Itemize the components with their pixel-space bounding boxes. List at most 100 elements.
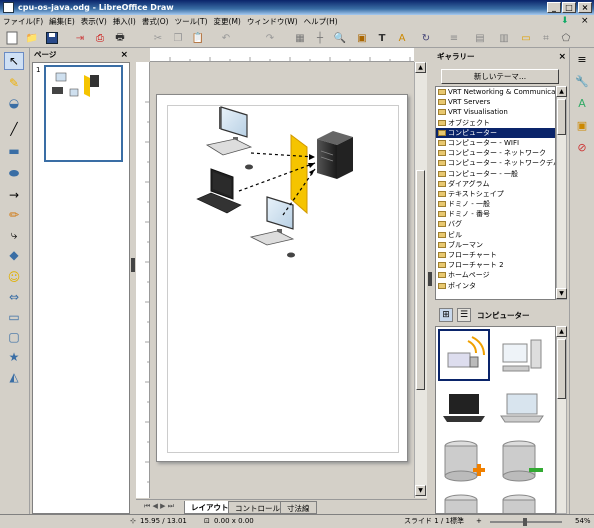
scroll-thumb[interactable] (557, 99, 566, 135)
gallery-icon[interactable]: ▣ (575, 118, 589, 132)
gallery-item-laptop-black[interactable] (438, 383, 490, 435)
zoom-level[interactable]: 54% (575, 515, 591, 528)
maximize-button[interactable]: □ (562, 2, 576, 13)
save-icon[interactable] (44, 30, 60, 46)
theme-item[interactable]: VRT Visualisation (436, 107, 555, 117)
theme-item[interactable]: ホームページ (436, 270, 555, 280)
gallery-item-database-remove[interactable] (496, 437, 548, 489)
image-icon[interactable]: ▣ (354, 30, 370, 46)
theme-item[interactable]: ブルーマン (436, 240, 555, 250)
horizontal-ruler[interactable] (150, 48, 414, 62)
page-thumbnail[interactable] (44, 65, 123, 162)
crop-icon[interactable]: ⌗ (538, 30, 554, 46)
close-button[interactable]: × (578, 2, 592, 13)
splitter-grip[interactable] (131, 258, 135, 272)
tab-dimension-lines[interactable]: 寸法線 (280, 501, 317, 514)
navigator-icon[interactable]: ⊘ (575, 140, 589, 154)
theme-item[interactable]: ポインタ (436, 281, 555, 291)
theme-item[interactable]: ビル (436, 230, 555, 240)
theme-item[interactable]: フローチャート (436, 250, 555, 260)
cut-icon[interactable]: ✂ (150, 30, 166, 46)
distribute-icon[interactable]: ▥ (496, 30, 512, 46)
shadow-icon[interactable]: ▭ (518, 30, 534, 46)
theme-item-selected[interactable]: コンピューター (436, 127, 555, 138)
rotate-icon[interactable]: ↻ (418, 30, 434, 46)
menu-window[interactable]: ウィンドウ(W) (244, 15, 301, 28)
connector-icon[interactable]: ⤷ (4, 226, 24, 244)
properties-icon[interactable]: 🔧 (575, 74, 589, 88)
theme-list[interactable]: VRT Networking & Communications VRT Serv… (435, 86, 556, 300)
theme-item[interactable]: フローチャート 2 (436, 260, 555, 270)
drawing-canvas[interactable] (150, 62, 414, 498)
close-document-icon[interactable]: × (578, 15, 592, 28)
theme-item[interactable]: ダイアグラム (436, 179, 555, 189)
text-box-icon[interactable]: T (374, 30, 390, 46)
undo-icon[interactable]: ↶ (218, 30, 234, 46)
basic-shapes-icon[interactable]: ◆ (4, 246, 24, 264)
gallery-panel-close-icon[interactable]: × (558, 48, 566, 66)
gallery-item-database-2[interactable] (496, 491, 548, 513)
laptop-computer[interactable] (196, 168, 242, 214)
scroll-up-icon[interactable]: ▲ (556, 326, 567, 337)
update-icon[interactable]: ⬇ (558, 15, 572, 28)
arrange-icon[interactable]: ▤ (472, 30, 488, 46)
fontwork-icon[interactable]: A (394, 30, 410, 46)
menu-help[interactable]: ヘルプ(H) (301, 15, 341, 28)
menu-format[interactable]: 書式(O) (139, 15, 172, 28)
arrow-line-icon[interactable]: → (4, 186, 24, 204)
gallery-item-desktop[interactable] (496, 329, 548, 381)
fill-color-icon[interactable]: ◒ (4, 94, 24, 112)
zoom-slider-handle[interactable] (523, 518, 527, 526)
print-icon[interactable]: 🖶 (112, 30, 128, 46)
menu-edit[interactable]: 編集(E) (46, 15, 78, 28)
grid-icon[interactable]: ▦ (292, 30, 308, 46)
zoom-in-icon[interactable]: + (476, 515, 482, 528)
theme-item[interactable]: コンピューター - WIFI (436, 138, 555, 148)
drawing-page[interactable] (156, 94, 408, 462)
theme-item[interactable]: テキストシェイプ (436, 189, 555, 199)
theme-item[interactable]: オブジェクト (436, 118, 555, 128)
theme-item[interactable]: コンピューター - ネットワークデバイス (436, 158, 555, 168)
gallery-item-database[interactable] (438, 491, 490, 513)
scroll-up-icon[interactable]: ▲ (415, 62, 426, 73)
new-document-icon[interactable] (4, 30, 20, 46)
scroll-down-icon[interactable]: ▼ (556, 288, 567, 299)
new-theme-button[interactable]: 新しいテーマ... (441, 69, 559, 84)
menu-modify[interactable]: 変更(M) (211, 15, 244, 28)
splitter-grip[interactable] (428, 272, 432, 286)
vertical-scrollbar[interactable]: ▲ ▼ (414, 62, 427, 498)
desktop-computer-bottom[interactable] (249, 196, 295, 258)
desktop-computer-top[interactable] (205, 106, 253, 170)
export-pdf-icon[interactable]: ⎙ (92, 30, 108, 46)
menu-tools[interactable]: ツール(T) (172, 15, 211, 28)
gallery-item-wifi-computer[interactable] (438, 329, 490, 381)
vertical-ruler[interactable] (136, 62, 150, 498)
theme-item[interactable]: コンピューター - ネットワーク (436, 148, 555, 158)
theme-item[interactable]: ドミノ - 一般 (436, 199, 555, 209)
select-icon[interactable]: ↖ (4, 52, 24, 70)
block-arrows-icon[interactable]: ⇔ (4, 288, 24, 306)
3d-objects-icon[interactable]: ◭ (4, 368, 24, 386)
menu-insert[interactable]: 挿入(I) (110, 15, 139, 28)
copy-icon[interactable]: ❐ (170, 30, 186, 46)
scroll-down-icon[interactable]: ▼ (415, 485, 426, 496)
align-icon[interactable]: ≡ (446, 30, 462, 46)
menu-file[interactable]: ファイル(F) (0, 15, 46, 28)
styles-icon[interactable]: A (575, 96, 589, 110)
paste-icon[interactable]: 📋 (190, 30, 206, 46)
points-icon[interactable]: ⬠ (558, 30, 574, 46)
icon-view-icon[interactable]: ⊞ (439, 308, 453, 322)
firewall-shape[interactable] (290, 134, 308, 215)
theme-item[interactable]: ドミノ - 番号 (436, 209, 555, 219)
detail-view-icon[interactable]: ☰ (457, 308, 471, 322)
zoom-icon[interactable]: 🔍 (332, 30, 348, 46)
callouts-icon[interactable]: ▢ (4, 328, 24, 346)
scroll-thumb[interactable] (557, 339, 566, 399)
ellipse-icon[interactable]: ⬬ (4, 164, 24, 182)
theme-item[interactable]: バグ (436, 219, 555, 229)
scroll-thumb[interactable] (416, 170, 425, 390)
open-icon[interactable]: 📁 (24, 30, 40, 46)
gallery-item-database-add[interactable] (438, 437, 490, 489)
redo-icon[interactable]: ↷ (262, 30, 278, 46)
theme-list-scrollbar[interactable]: ▲ ▼ (556, 86, 567, 300)
